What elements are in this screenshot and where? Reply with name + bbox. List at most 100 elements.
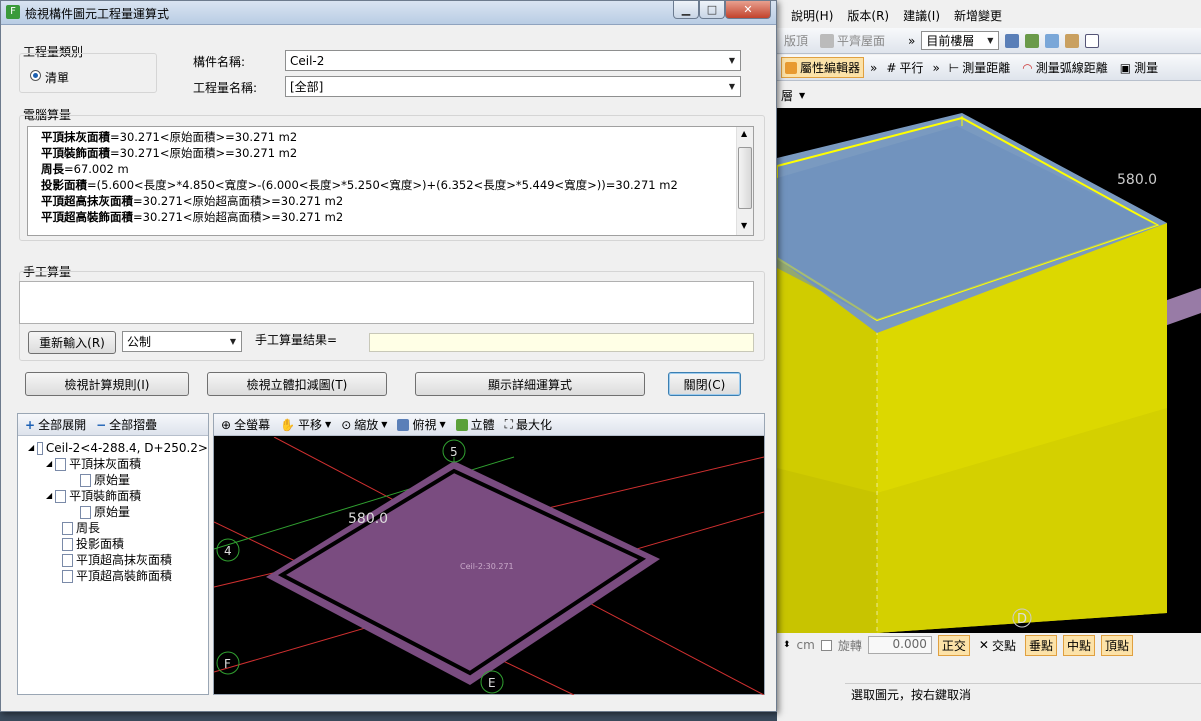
show-detail-button[interactable]: 顯示詳細運算式: [415, 372, 645, 396]
maximize-icon: ⛶: [504, 417, 514, 431]
intersect-button[interactable]: ✕ 交點: [976, 636, 1019, 655]
close-dialog-button[interactable]: 關閉(C): [668, 372, 741, 396]
view-3d-deduct-button[interactable]: 檢視立體扣減圖(T): [207, 372, 387, 396]
tree-item[interactable]: 周長: [28, 520, 208, 536]
paint-icon[interactable]: [1065, 33, 1080, 48]
toolbar-chevron[interactable]: »: [908, 34, 915, 48]
solid-label: 立體: [470, 418, 495, 432]
collapse-all-button[interactable]: − 全部摺疊: [93, 415, 160, 434]
measure-distance-button[interactable]: ⊢ 測量距離: [946, 58, 1013, 77]
perp-button[interactable]: 垂點: [1024, 634, 1057, 656]
calc-line-name: 平頂裝飾面積: [41, 146, 110, 160]
qty-name-combo[interactable]: [全部] ▼: [285, 76, 741, 97]
3d-scene-viewport[interactable]: 580.0 D: [777, 108, 1201, 633]
collapse-arrow-icon: ◢: [46, 491, 53, 500]
tree-item[interactable]: 平頂超高裝飾面積: [28, 568, 208, 584]
unit-combo[interactable]: 公制 ▼: [122, 331, 242, 352]
qty-name-value: [全部]: [290, 80, 324, 94]
calc-line-name: 投影面積: [41, 178, 87, 192]
menu-help[interactable]: 說明(H): [791, 7, 833, 24]
reinput-button[interactable]: 重新輸入(R): [28, 331, 116, 354]
toolbar-partial-b[interactable]: 平齊屋面: [817, 31, 888, 50]
qty-type-radio[interactable]: [30, 70, 41, 81]
tree-item[interactable]: 原始量: [28, 504, 208, 520]
solid-button[interactable]: 立體: [453, 415, 498, 434]
toolbar3-partial[interactable]: 層: [781, 87, 793, 104]
component-name-value: Ceil-2: [290, 53, 325, 68]
minimize-button[interactable]: ▁: [673, 1, 699, 19]
unit-label: cm: [796, 638, 815, 652]
parallel-button[interactable]: # 平行: [883, 58, 926, 77]
rotate-checkbox[interactable]: [820, 639, 832, 651]
vertex-button[interactable]: 頂點: [1100, 634, 1133, 656]
leaf-icon[interactable]: [1025, 33, 1040, 48]
expand-all-button[interactable]: + 全部展開: [22, 415, 89, 434]
zoom-label: 縮放: [354, 418, 379, 432]
ortho-button[interactable]: 正交: [937, 634, 970, 656]
manual-calc-textbox[interactable]: [19, 281, 754, 324]
measure-distance-label: 測量距離: [962, 61, 1011, 75]
full-screen-button[interactable]: ⊕ 全螢幕: [218, 415, 273, 434]
property-icon: [785, 61, 797, 74]
tree-item[interactable]: 投影面積: [28, 536, 208, 552]
zoom-button[interactable]: ⊙ 縮放 ▼: [338, 415, 390, 434]
ruler-icon: ⊢: [948, 60, 960, 75]
menu-new-change[interactable]: 新增變更: [954, 7, 1002, 24]
close-window-button[interactable]: ✕: [725, 1, 771, 19]
calc-line-expr: =30.271<原始面積>=30.271 m2: [110, 146, 298, 160]
floor-combo[interactable]: 目前樓層 ▼: [921, 31, 1000, 50]
component-name-combo[interactable]: Ceil-2 ▼: [285, 50, 741, 71]
calc-line: 平頂超高裝飾面積=30.271<原始超高面積>=30.271 m2: [41, 209, 753, 225]
cube-icon[interactable]: [1005, 33, 1020, 48]
status-bar: 選取圖元，按右鍵取消: [845, 683, 1201, 705]
tree-item[interactable]: ◢ 平頂抹灰面積: [28, 456, 208, 472]
chevron-down-icon: ▼: [728, 82, 736, 91]
property-editor-label: 屬性編輯器: [800, 61, 861, 75]
midpoint-button[interactable]: 中點: [1062, 634, 1095, 656]
viewer-dim-label: 580.0: [348, 511, 388, 527]
calc-scrollbar[interactable]: ▲ ▼: [736, 127, 753, 235]
maximize-view-label: 最大化: [516, 418, 553, 432]
measure-arc-button[interactable]: ◠ 測量弧線距離: [1019, 58, 1111, 77]
maximize-button[interactable]: □: [699, 1, 725, 19]
magnifier-icon: ⊙: [341, 417, 352, 432]
roof-icon: [820, 33, 835, 48]
computer-calc-textbox[interactable]: 平頂抹灰面積=30.271<原始面積>=30.271 m2 平頂裝飾面積=30.…: [27, 126, 754, 236]
viewer-shape-label: Ceil-2:30.271: [460, 562, 514, 571]
chevron-down-icon: ▼: [987, 36, 994, 45]
zoom-icon[interactable]: [1085, 33, 1100, 48]
viewer-toolbar: ⊕ 全螢幕 ✋ 平移 ▼ ⊙ 縮放 ▼ 俯視 ▼ 立體 ⛶ 最大化: [214, 414, 764, 436]
dialog-titlebar[interactable]: F 檢視構件圖元工程量運算式 ▁ □ ✕: [1, 1, 776, 25]
toolbar-chevron-3[interactable]: »: [932, 61, 939, 75]
eraser-icon[interactable]: [1045, 33, 1060, 48]
floor-combo-value: 目前樓層: [926, 34, 975, 48]
minus-icon: −: [96, 417, 107, 432]
measure-more-button[interactable]: ▣ 測量: [1117, 58, 1161, 77]
tree-item[interactable]: ◢ 平頂裝飾面積: [28, 488, 208, 504]
tree-item[interactable]: 原始量: [28, 472, 208, 488]
status-area: ⬍ cm 旋轉 0.000 正交 ✕ 交點 垂點 中點 頂點 選取圖元，按右鍵取消: [777, 633, 1201, 721]
menu-version[interactable]: 版本(R): [847, 7, 889, 24]
scroll-up-icon[interactable]: ▲: [741, 129, 747, 138]
tree-item-label: 投影面積: [76, 537, 125, 551]
top-view-button[interactable]: 俯視 ▼: [394, 415, 448, 434]
viewer-canvas[interactable]: 580.0 Ceil-2:30.271 5 4 F E: [214, 437, 764, 695]
scroll-thumb[interactable]: [738, 147, 752, 209]
vertex-label: 頂點: [1104, 638, 1129, 653]
pan-button[interactable]: ✋ 平移 ▼: [277, 415, 334, 434]
menu-suggest[interactable]: 建議(I): [903, 7, 940, 24]
status-text: 選取圖元，按右鍵取消: [851, 688, 972, 702]
property-editor-button[interactable]: 屬性編輯器: [781, 57, 865, 78]
calc-line-name: 平頂超高抹灰面積: [41, 194, 133, 208]
rotate-input[interactable]: 0.000: [867, 636, 932, 654]
toolbar-partial-a[interactable]: 版頂: [781, 31, 811, 50]
viewer-axis-e: E: [488, 676, 496, 690]
spin-icon[interactable]: ⬍: [783, 640, 791, 650]
maximize-view-button[interactable]: ⛶ 最大化: [502, 415, 555, 434]
tree-item[interactable]: 平頂超高抹灰面積: [28, 552, 208, 568]
tree-root[interactable]: ◢ Ceil-2<4-288.4, D+250.2>: [28, 440, 208, 456]
view-rules-button[interactable]: 檢視計算規則(I): [25, 372, 189, 396]
calc-line-name: 平頂抹灰面積: [41, 130, 110, 144]
toolbar-chevron-2[interactable]: »: [870, 61, 877, 75]
scroll-down-icon[interactable]: ▼: [741, 221, 747, 230]
